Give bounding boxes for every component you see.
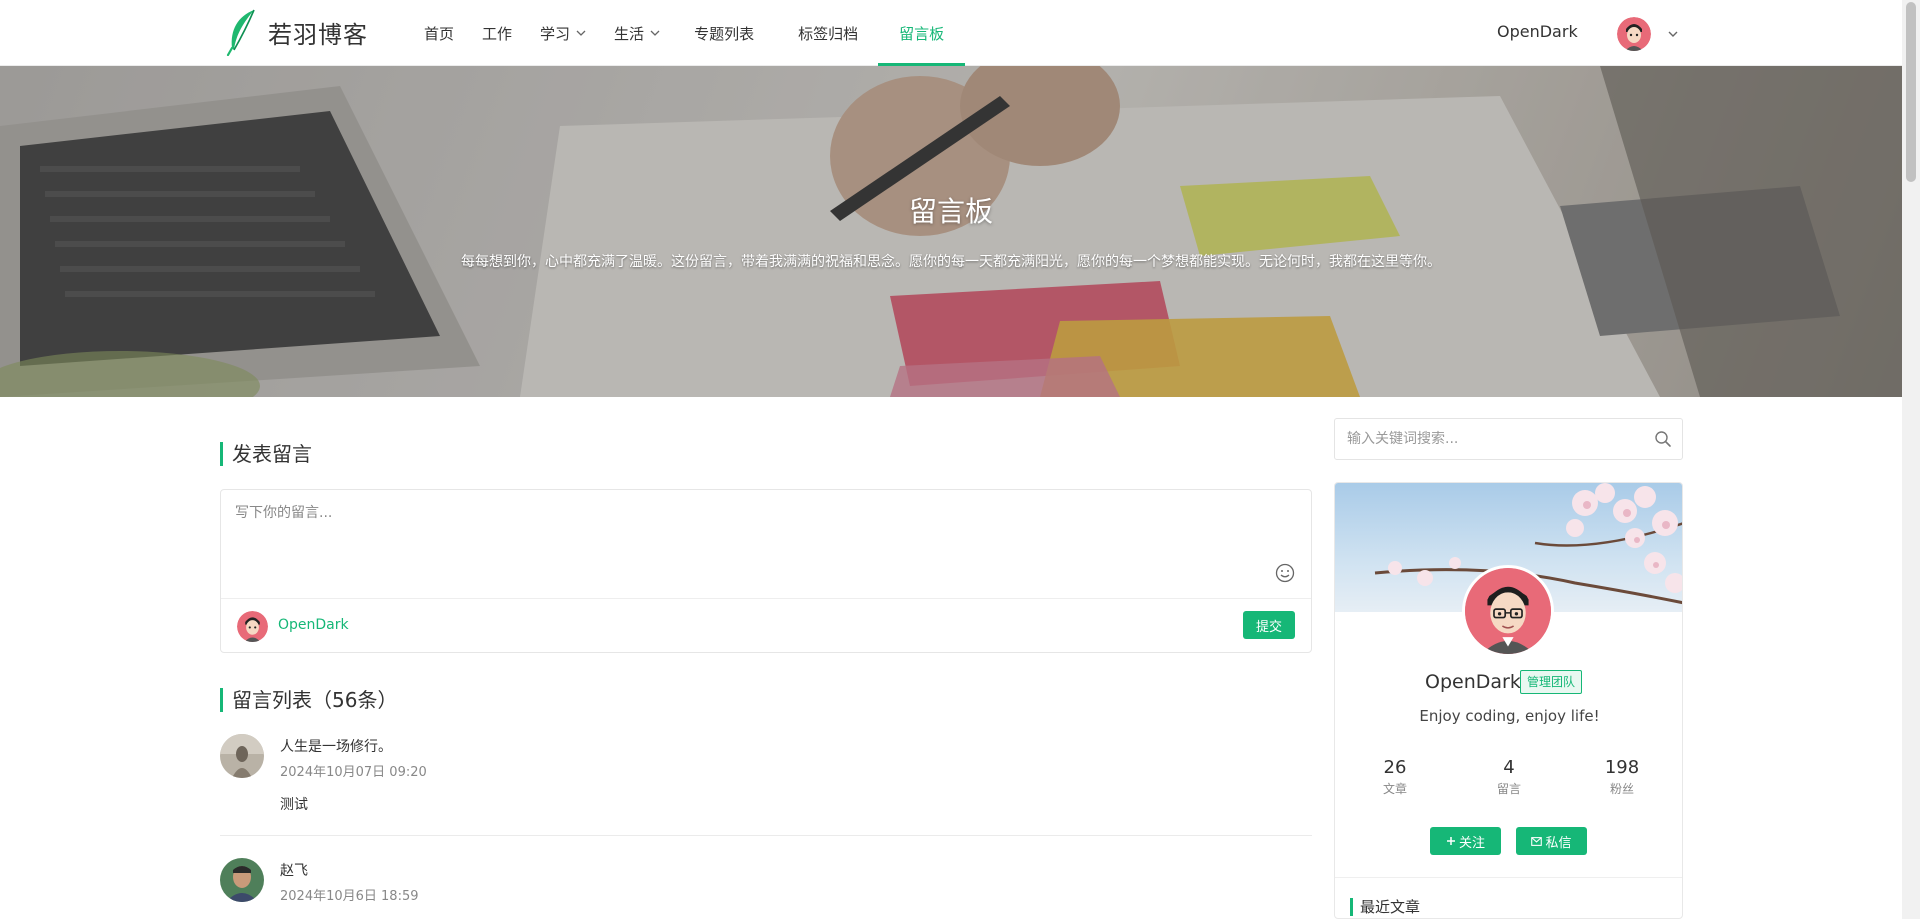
nav-item-study[interactable]: 学习 (526, 0, 600, 66)
avatar (237, 611, 268, 642)
scrollbar-thumb[interactable] (1906, 2, 1916, 182)
nav-label: 留言板 (899, 24, 945, 43)
stat-label: 粉丝 (1609, 782, 1634, 796)
search-icon[interactable] (1654, 430, 1672, 448)
comment-author-name[interactable]: OpenDark (278, 617, 349, 633)
recent-articles-title: 最近文章 (1350, 898, 1420, 916)
emoji-icon[interactable] (1275, 563, 1295, 583)
comment-textarea[interactable] (221, 490, 1311, 598)
avatar[interactable] (1617, 17, 1651, 51)
message-time: 2024年10月6日 18:59 (280, 889, 419, 904)
comment-form: OpenDark 提交 (220, 489, 1312, 653)
nav-label: 学习 (540, 24, 571, 43)
search-input[interactable] (1335, 419, 1635, 459)
stat-followers[interactable]: 198 粉丝 (1582, 757, 1662, 797)
message-label: 私信 (1545, 835, 1572, 851)
private-message-button[interactable]: 私信 (1516, 827, 1587, 855)
divider (1335, 877, 1682, 878)
submit-button[interactable]: 提交 (1243, 611, 1295, 639)
feather-icon (226, 9, 255, 56)
message-text: 测试 (280, 797, 308, 813)
site-logo[interactable]: 若羽博客 (224, 8, 368, 56)
stat-label: 文章 (1382, 782, 1407, 796)
top-navbar: 若羽博客 首页 工作 学习 生活 专题列表 标签归档 留言板 OpenDark (0, 0, 1902, 66)
banner-overlay (0, 66, 1902, 397)
nav-item-home[interactable]: 首页 (410, 0, 468, 66)
nav-label: 首页 (424, 24, 455, 43)
status-badge: 管理团队 (1520, 670, 1583, 694)
stat-label: 留言 (1496, 782, 1521, 796)
nav-label: 标签归档 (798, 24, 859, 43)
chevron-down-icon (576, 30, 586, 36)
message-author[interactable]: 人生是一场修行。 (280, 736, 392, 756)
profile-name[interactable]: OpenDark (1425, 671, 1521, 693)
stat-messages[interactable]: 4 留言 (1469, 757, 1549, 797)
message-time: 2024年10月07日 09:20 (280, 765, 427, 780)
nav-item-topics[interactable]: 专题列表 (674, 0, 768, 66)
comment-form-footer: OpenDark 提交 (221, 598, 1311, 653)
chevron-down-icon[interactable] (1667, 28, 1679, 40)
chevron-down-icon (650, 30, 660, 36)
message-author[interactable]: 赵飞 (280, 860, 308, 880)
stat-value: 4 (1503, 757, 1515, 778)
list-item: 人生是一场修行。 2024年10月07日 09:20 测试 (220, 734, 1312, 814)
nav-item-guestbook[interactable]: 留言板 (878, 0, 966, 66)
divider (220, 835, 1312, 836)
main-nav: 首页 工作 学习 生活 专题列表 标签归档 留言板 (410, 0, 966, 66)
follow-button[interactable]: 关注 (1430, 827, 1501, 855)
avatar[interactable] (220, 734, 264, 778)
page-title: 留言板 (908, 195, 993, 228)
post-section-title: 发表留言 (220, 442, 312, 466)
list-item: 赵飞 2024年10月6日 18:59 (220, 858, 1312, 919)
site-name: 若羽博客 (268, 20, 368, 49)
nav-username[interactable]: OpenDark (1497, 22, 1578, 41)
follow-label: 关注 (1458, 835, 1485, 851)
stat-value: 26 (1383, 757, 1407, 778)
stat-articles[interactable]: 26 文章 (1355, 757, 1435, 797)
nav-label: 生活 (614, 24, 645, 43)
avatar[interactable] (220, 858, 264, 902)
plus-icon (1446, 837, 1455, 845)
scrollbar[interactable] (1902, 0, 1920, 919)
sidebar-search (1334, 418, 1683, 460)
nav-label: 工作 (482, 24, 513, 43)
nav-item-life[interactable]: 生活 (600, 0, 674, 66)
profile-motto: Enjoy coding, enjoy life! (1419, 707, 1600, 725)
nav-label: 专题列表 (694, 24, 755, 43)
hero-banner: 留言板 每每想到你，心中都充满了温暖。这份留言，带着我满满的祝福和思念。愿你的每… (0, 66, 1902, 397)
nav-item-tags[interactable]: 标签归档 (768, 0, 878, 66)
mail-icon (1531, 836, 1543, 846)
profile-avatar[interactable] (1462, 565, 1554, 657)
message-list-title: 留言列表（56条） (220, 688, 397, 712)
stat-value: 198 (1604, 757, 1640, 778)
profile-card: OpenDark 管理团队 Enjoy coding, enjoy life! … (1334, 482, 1683, 919)
nav-item-work[interactable]: 工作 (468, 0, 526, 66)
banner-subtitle: 每每想到你，心中都充满了温暖。这份留言，带着我满满的祝福和思念。愿你的每一天都充… (461, 254, 1441, 270)
